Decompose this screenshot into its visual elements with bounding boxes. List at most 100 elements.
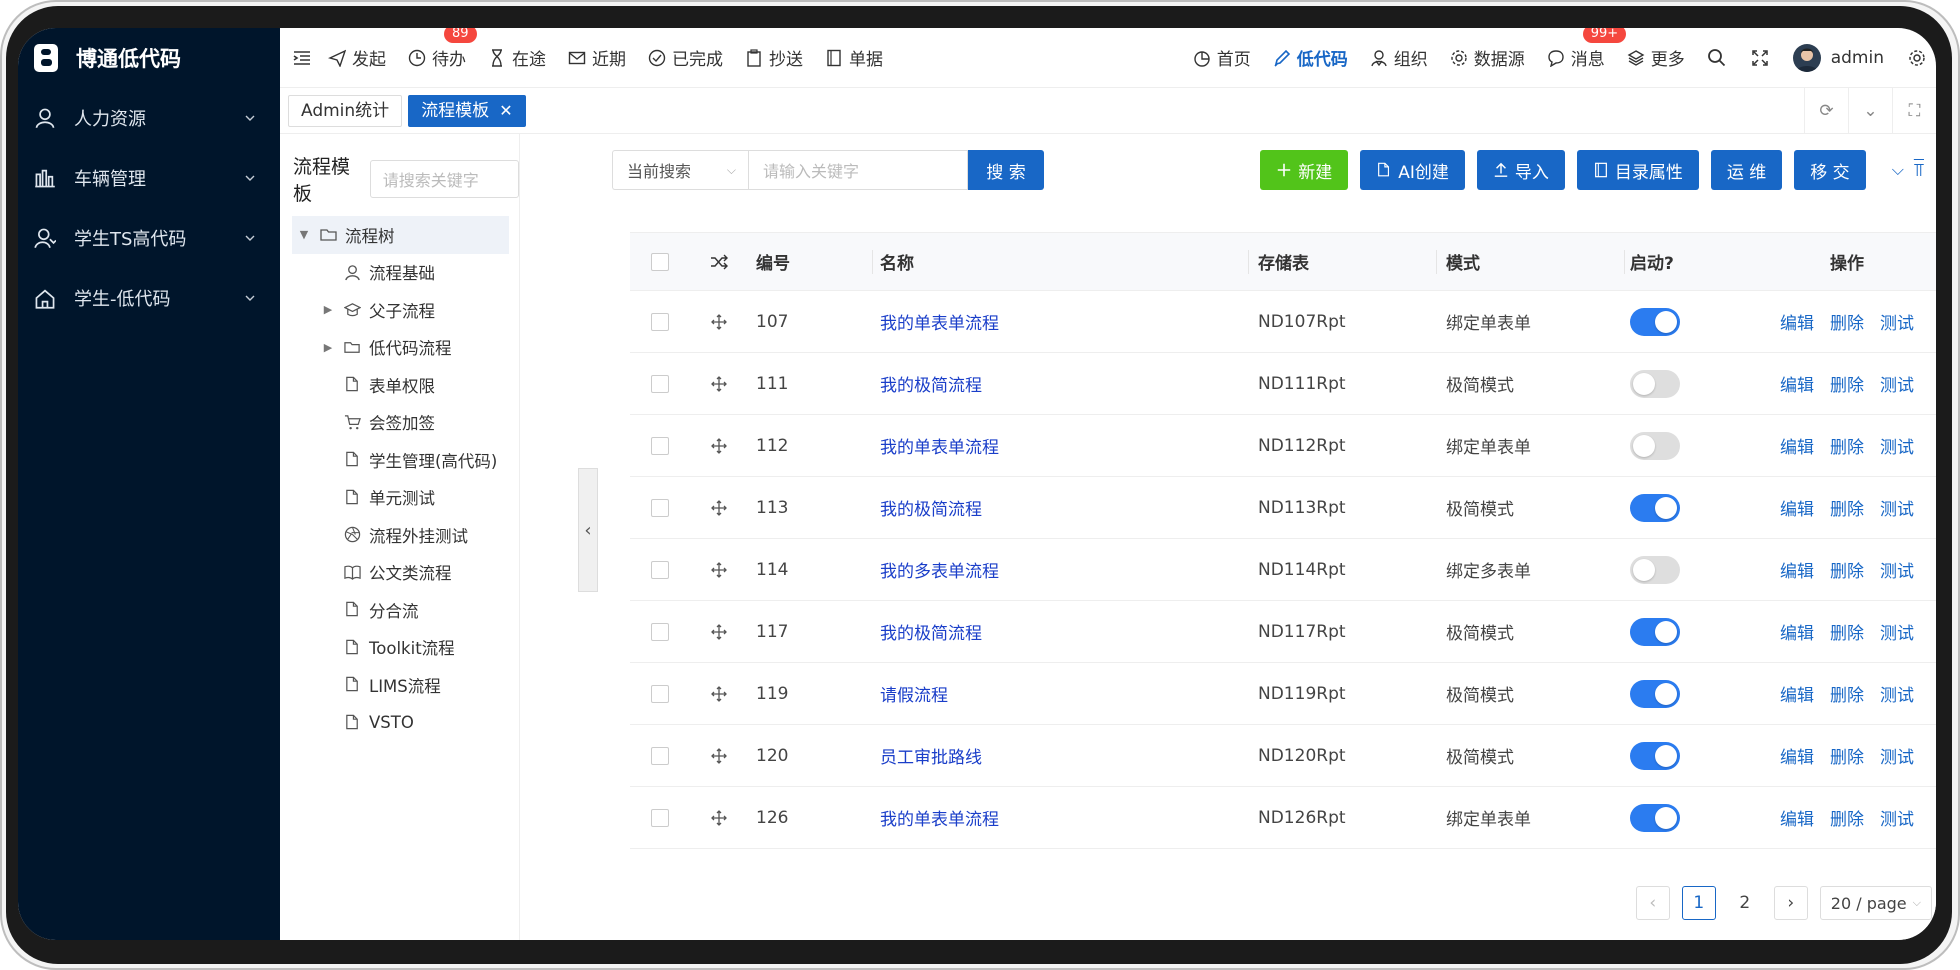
caret-right-icon[interactable]: ▶ <box>322 303 334 316</box>
topbar-item-tb-right-2[interactable]: 组织 <box>1370 45 1428 70</box>
edit-link[interactable]: 编辑 <box>1780 743 1814 768</box>
search-button[interactable]: 搜 索 <box>968 150 1044 190</box>
topbar-item-tb-left-0[interactable]: 发起 <box>328 45 386 70</box>
tree-node[interactable]: ▶ 父子流程 <box>280 291 519 329</box>
header-no[interactable]: 编号 <box>748 249 872 274</box>
toolbar-button-2[interactable]: 导入 <box>1476 150 1565 190</box>
drag-handle-icon[interactable] <box>711 623 727 640</box>
maximize-icon[interactable]: ⛶ <box>1892 87 1936 134</box>
flow-name-link[interactable]: 员工审批路线 <box>880 748 982 768</box>
page-button[interactable]: 2 <box>1728 886 1762 920</box>
tree-node[interactable]: Toolkit流程 <box>280 629 519 667</box>
flow-name-link[interactable]: 我的多表单流程 <box>880 562 999 582</box>
fullscreen-icon[interactable] <box>1751 49 1769 67</box>
test-link[interactable]: 测试 <box>1880 805 1914 830</box>
sidebar-item-1[interactable]: 车辆管理 <box>18 148 280 208</box>
drag-handle-icon[interactable] <box>711 747 727 764</box>
drag-handle-icon[interactable] <box>711 313 727 330</box>
delete-link[interactable]: 删除 <box>1830 433 1864 458</box>
test-link[interactable]: 测试 <box>1880 557 1914 582</box>
header-store[interactable]: 存储表 <box>1248 249 1436 274</box>
delete-link[interactable]: 删除 <box>1830 619 1864 644</box>
enabled-toggle[interactable] <box>1630 679 1680 708</box>
search-icon[interactable] <box>1707 48 1727 68</box>
avatar[interactable] <box>1792 43 1821 72</box>
delete-link[interactable]: 删除 <box>1830 309 1864 334</box>
tree-search-input[interactable]: 请搜索关键字 <box>369 160 519 198</box>
edit-link[interactable]: 编辑 <box>1780 805 1814 830</box>
topbar-item-tb-left-3[interactable]: 近期 <box>568 45 626 70</box>
sidebar-item-0[interactable]: 人力资源 <box>18 88 280 148</box>
prev-page-button[interactable]: ‹ <box>1635 886 1670 920</box>
edit-link[interactable]: 编辑 <box>1780 495 1814 520</box>
flow-name-link[interactable]: 我的单表单流程 <box>880 810 999 830</box>
flow-name-link[interactable]: 我的极简流程 <box>880 376 982 396</box>
topbar-item-tb-right-5[interactable]: 更多 <box>1627 45 1685 70</box>
tree-node[interactable]: VSTO <box>280 704 519 742</box>
flow-name-link[interactable]: 我的极简流程 <box>880 500 982 520</box>
edit-link[interactable]: 编辑 <box>1780 309 1814 334</box>
enabled-toggle[interactable] <box>1630 431 1680 460</box>
drag-handle-icon[interactable] <box>711 685 727 702</box>
row-checkbox[interactable] <box>651 622 669 641</box>
enabled-toggle[interactable] <box>1630 741 1680 770</box>
enabled-toggle[interactable] <box>1630 617 1680 646</box>
expand-icon[interactable]: ⌵ <box>1892 160 1904 180</box>
enabled-toggle[interactable] <box>1630 803 1680 832</box>
edit-link[interactable]: 编辑 <box>1780 433 1814 458</box>
refresh-icon[interactable]: ⟳ <box>1804 87 1848 134</box>
tree-node[interactable]: 公文类流程 <box>280 554 519 592</box>
toolbar-button-5[interactable]: 移 交 <box>1794 150 1866 190</box>
flow-name-link[interactable]: 我的极简流程 <box>880 624 982 644</box>
topbar-item-tb-left-2[interactable]: 在途 <box>488 45 546 70</box>
sidebar-item-2[interactable]: 学生TS高代码 <box>18 208 280 268</box>
row-checkbox[interactable] <box>651 560 669 579</box>
pin-top-icon[interactable]: ⫪ <box>1914 160 1924 181</box>
topbar-item-tb-right-3[interactable]: 数据源 <box>1450 45 1525 70</box>
shuffle-icon[interactable] <box>710 253 728 271</box>
collapse-panel-button[interactable]: ‹ <box>578 468 598 592</box>
drag-handle-icon[interactable] <box>711 561 727 578</box>
select-all-checkbox[interactable] <box>651 252 669 271</box>
test-link[interactable]: 测试 <box>1880 495 1914 520</box>
delete-link[interactable]: 删除 <box>1830 495 1864 520</box>
row-checkbox[interactable] <box>651 312 669 331</box>
app-logo[interactable]: 博通低代码 <box>18 28 280 88</box>
flow-name-link[interactable]: 我的单表单流程 <box>880 438 999 458</box>
edit-link[interactable]: 编辑 <box>1780 371 1814 396</box>
caret-right-icon[interactable]: ▶ <box>322 341 334 354</box>
delete-link[interactable]: 删除 <box>1830 557 1864 582</box>
delete-link[interactable]: 删除 <box>1830 805 1864 830</box>
row-checkbox[interactable] <box>651 808 669 827</box>
drag-handle-icon[interactable] <box>711 375 727 392</box>
topbar-item-tb-left-6[interactable]: 单据 <box>825 45 883 70</box>
tree-node[interactable]: ▶ 低代码流程 <box>280 329 519 367</box>
enabled-toggle[interactable] <box>1630 555 1680 584</box>
drag-handle-icon[interactable] <box>711 437 727 454</box>
test-link[interactable]: 测试 <box>1880 371 1914 396</box>
user-name[interactable]: admin <box>1831 48 1884 68</box>
row-checkbox[interactable] <box>651 746 669 765</box>
row-checkbox[interactable] <box>651 684 669 703</box>
drag-handle-icon[interactable] <box>711 499 727 516</box>
flow-name-link[interactable]: 请假流程 <box>880 686 948 706</box>
enabled-toggle[interactable] <box>1630 369 1680 398</box>
delete-link[interactable]: 删除 <box>1830 371 1864 396</box>
caret-down-icon[interactable]: ▼ <box>298 228 310 241</box>
tree-node[interactable]: 会签加签 <box>280 404 519 442</box>
header-mode[interactable]: 模式 <box>1436 249 1624 274</box>
edit-link[interactable]: 编辑 <box>1780 557 1814 582</box>
keyword-input[interactable]: 请输入关键字 <box>748 150 968 190</box>
page-button[interactable]: 1 <box>1681 886 1716 920</box>
row-checkbox[interactable] <box>651 374 669 393</box>
topbar-item-tb-right-1[interactable]: 低代码 <box>1273 45 1348 70</box>
tree-node[interactable]: LIMS流程 <box>280 666 519 704</box>
delete-link[interactable]: 删除 <box>1830 743 1864 768</box>
header-enabled[interactable]: 启动? <box>1624 249 1744 274</box>
close-icon[interactable]: ✕ <box>499 96 512 126</box>
tab-0[interactable]: Admin统计 <box>288 94 403 127</box>
flow-name-link[interactable]: 我的单表单流程 <box>880 314 999 334</box>
next-page-button[interactable]: › <box>1773 886 1808 920</box>
toolbar-button-3[interactable]: 目录属性 <box>1576 150 1699 190</box>
tree-node[interactable]: 单元测试 <box>280 479 519 517</box>
